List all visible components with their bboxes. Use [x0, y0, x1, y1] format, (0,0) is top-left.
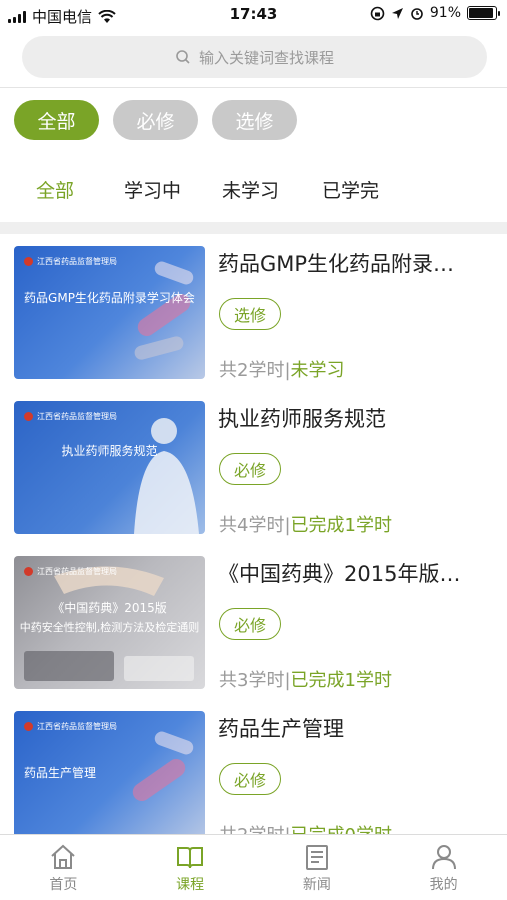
- thumbnail-caption: 执业药师服务规范: [61, 444, 158, 458]
- tab-all[interactable]: 全部: [36, 176, 74, 203]
- course-meta: 共2学时|未学习: [219, 356, 345, 382]
- filter-elective-button[interactable]: 选修: [212, 100, 297, 140]
- course-item[interactable]: 江西省药品监督管理局 执业药师服务规范 执业药师服务规范 必修 共4学时|已完成…: [0, 389, 507, 544]
- course-progress: 未学习: [290, 360, 345, 381]
- course-type-badge: 必修: [219, 453, 281, 485]
- course-type-badge: 选修: [219, 298, 281, 330]
- thumbnail-org: 江西省药品监督管理局: [24, 411, 117, 422]
- profile-icon: [431, 844, 456, 869]
- course-progress: 已完成1学时: [290, 515, 392, 536]
- lock-rotation-icon: [370, 6, 385, 20]
- filter-required-button[interactable]: 必修: [113, 100, 198, 140]
- battery-level: [469, 8, 493, 18]
- thumbnail-caption: 《中国药典》2015版: [52, 601, 167, 615]
- course-thumbnail: 江西省药品监督管理局 药品GMP生化药品附录学习体会: [14, 246, 205, 379]
- nav-home-label: 首页: [49, 876, 78, 893]
- battery-percent: 91%: [429, 5, 461, 21]
- thumbnail-org: 江西省药品监督管理局: [24, 256, 117, 267]
- course-hours: 共2学时: [219, 360, 285, 381]
- course-item[interactable]: 江西省药品监督管理局 药品生产管理 药品生产管理 必修 共2学时|已完成0学时: [0, 699, 507, 834]
- thumbnail-caption-subtitle: 中药安全性控制,检测方法及检定通则: [19, 621, 200, 634]
- search-icon: [176, 50, 190, 64]
- battery-icon: [467, 6, 500, 20]
- thumbnail-org: 江西省药品监督管理局: [24, 566, 117, 577]
- tab-not-started[interactable]: 未学习: [222, 176, 279, 203]
- search-bar: 输入关键词查找课程: [0, 30, 507, 88]
- course-thumbnail: 江西省药品监督管理局 药品生产管理: [14, 711, 205, 834]
- tab-in-progress[interactable]: 学习中: [124, 176, 181, 203]
- course-item[interactable]: 江西省药品监督管理局 药品GMP生化药品附录学习体会 药品GMP生化药品附录… …: [0, 234, 507, 389]
- status-right: 91%: [370, 5, 500, 21]
- book-icon: [177, 846, 204, 868]
- search-input[interactable]: 输入关键词查找课程: [22, 36, 487, 78]
- course-progress: 已完成1学时: [290, 670, 392, 691]
- nav-home[interactable]: 首页: [0, 835, 127, 900]
- course-meta: 共4学时|已完成1学时: [219, 511, 392, 537]
- course-item[interactable]: 江西省药品监督管理局 《中国药典》2015版 中药安全性控制,检测方法及检定通则…: [0, 544, 507, 699]
- nav-profile[interactable]: 我的: [380, 835, 507, 900]
- nav-profile-label: 我的: [429, 876, 458, 893]
- course-meta: 共3学时|已完成1学时: [219, 666, 392, 692]
- filter-all-button[interactable]: 全部: [14, 100, 99, 140]
- course-type-badge: 必修: [219, 763, 281, 795]
- type-filter: 全部 必修 选修: [14, 100, 297, 140]
- location-icon: [391, 7, 403, 19]
- search-placeholder: 输入关键词查找课程: [198, 48, 334, 67]
- section-divider: [0, 222, 507, 234]
- thumbnail-caption: 药品GMP生化药品附录学习体会: [24, 291, 195, 305]
- nav-courses-label: 课程: [176, 876, 205, 893]
- course-hours: 共3学时: [219, 670, 285, 691]
- thumbnail-caption: 药品生产管理: [24, 766, 97, 780]
- status-bar: 中国电信 17:43 91%: [0, 0, 507, 30]
- course-hours: 共4学时: [219, 515, 285, 536]
- course-title[interactable]: 药品生产管理: [218, 713, 493, 743]
- course-title[interactable]: 执业药师服务规范: [218, 403, 493, 433]
- bottom-nav: 首页 课程 新闻 我的: [0, 834, 507, 900]
- course-list: 江西省药品监督管理局 药品GMP生化药品附录学习体会 药品GMP生化药品附录… …: [0, 234, 507, 834]
- thumbnail-org: 江西省药品监督管理局: [24, 721, 117, 732]
- course-meta: 共2学时|已完成0学时: [219, 821, 392, 834]
- tab-completed[interactable]: 已学完: [322, 176, 379, 203]
- nav-news-label: 新闻: [302, 876, 331, 893]
- home-icon: [51, 844, 76, 869]
- nav-courses[interactable]: 课程: [127, 835, 254, 900]
- alarm-icon: [411, 8, 423, 20]
- course-thumbnail: 江西省药品监督管理局 执业药师服务规范: [14, 401, 205, 534]
- course-hours: 共2学时: [219, 825, 284, 834]
- course-title[interactable]: 药品GMP生化药品附录…: [218, 248, 493, 278]
- course-title[interactable]: 《中国药典》2015年版…: [218, 558, 493, 588]
- nav-news[interactable]: 新闻: [254, 835, 381, 900]
- course-thumbnail: 江西省药品监督管理局 《中国药典》2015版 中药安全性控制,检测方法及检定通则: [14, 556, 205, 689]
- course-type-badge: 必修: [219, 608, 281, 640]
- status-tabs: 全部 学习中 未学习 已学完: [0, 170, 507, 210]
- course-progress: 已完成0学时: [291, 825, 392, 834]
- news-icon: [305, 844, 328, 870]
